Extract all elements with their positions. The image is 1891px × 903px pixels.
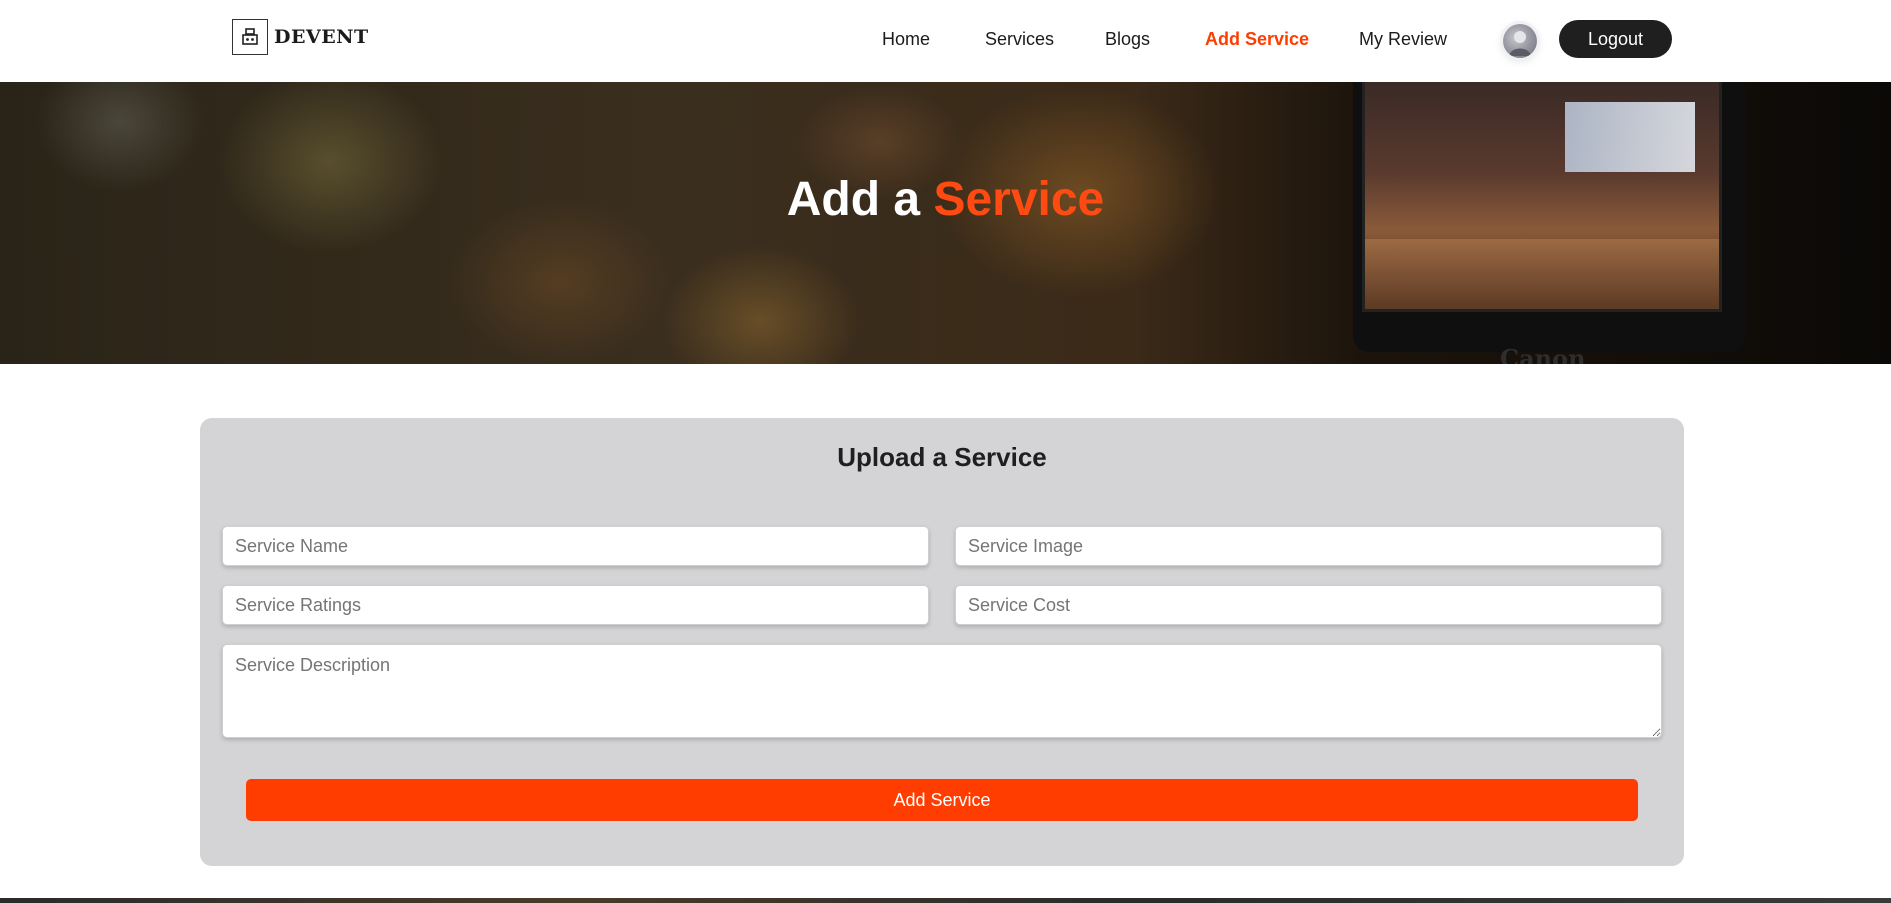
nav-link-blogs[interactable]: Blogs: [1105, 29, 1150, 50]
camera-brand-text: Canon: [1500, 344, 1586, 364]
service-ratings-input[interactable]: [222, 585, 929, 625]
form-title: Upload a Service: [837, 442, 1047, 472]
robot-icon: [232, 19, 268, 55]
stage-floor: [1365, 239, 1719, 309]
logo-text: DEVENT: [274, 26, 369, 48]
add-service-button[interactable]: Add Service: [246, 779, 1638, 821]
logout-button[interactable]: Logout: [1559, 20, 1672, 58]
service-description-textarea[interactable]: [222, 644, 1662, 738]
navbar: DEVENT Home Services Blogs Add Service M…: [0, 0, 1891, 82]
hero-banner: Canon Add a Service: [0, 82, 1891, 364]
upload-service-card: Upload a Service Add Service: [200, 418, 1684, 866]
service-cost-input[interactable]: [955, 585, 1662, 625]
stage-projector-screen: [1565, 102, 1695, 172]
page-title: Add a Service: [0, 172, 1891, 227]
footer-edge: [0, 898, 1891, 903]
nav-link-add-service[interactable]: Add Service: [1205, 29, 1309, 50]
nav-link-my-review[interactable]: My Review: [1359, 29, 1447, 50]
page-title-prefix: Add a: [786, 173, 921, 226]
site-logo[interactable]: DEVENT: [232, 19, 369, 55]
service-image-input[interactable]: [955, 526, 1662, 566]
nav-link-services[interactable]: Services: [985, 29, 1054, 50]
nav-link-home[interactable]: Home: [882, 29, 930, 50]
page-title-accent: Service: [933, 173, 1105, 226]
user-avatar[interactable]: [1503, 24, 1537, 58]
service-name-input[interactable]: [222, 526, 929, 566]
